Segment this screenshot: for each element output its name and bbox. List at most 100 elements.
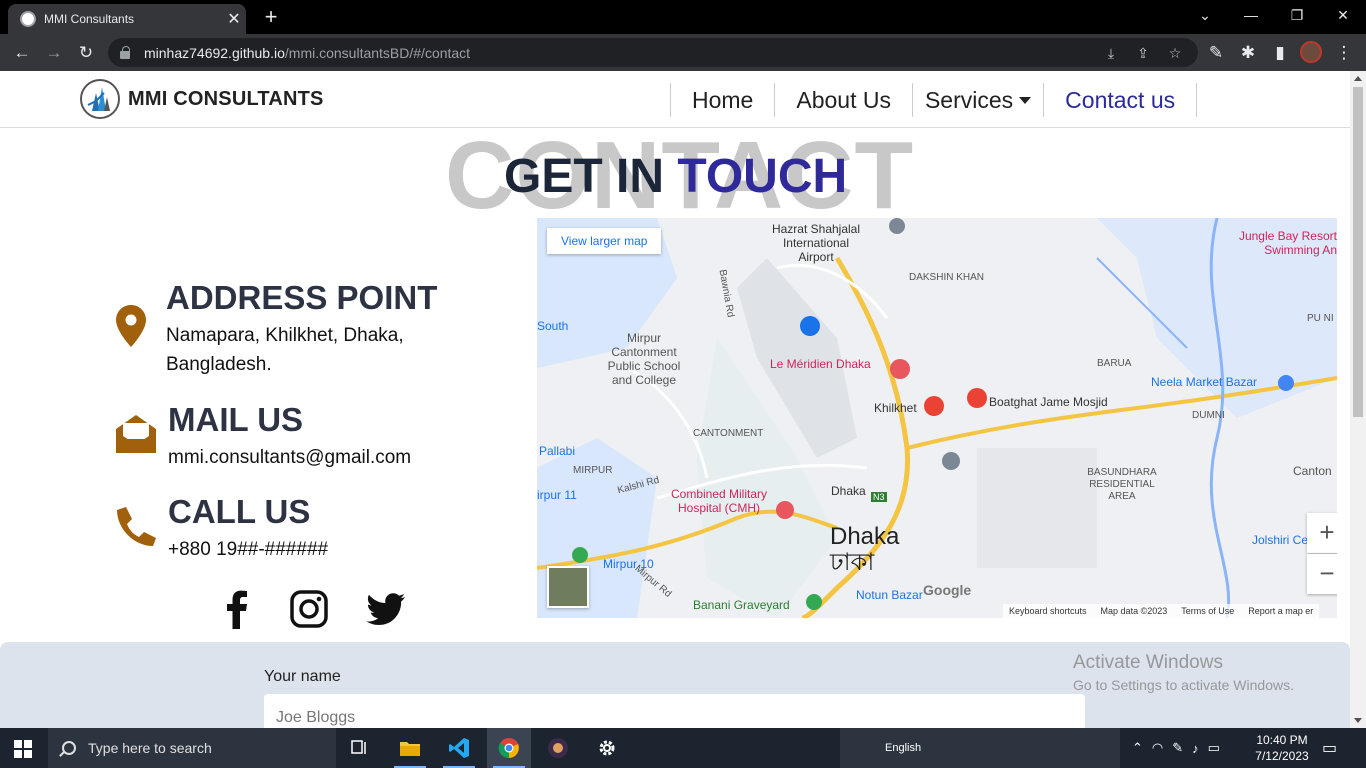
site-navbar: MMI CONSULTANTS Home About Us Services C… [0,71,1350,128]
open-envelope-icon [116,415,156,453]
install-app-icon[interactable]: ⤓ [1101,43,1121,63]
vscode-icon[interactable] [437,728,481,768]
map-label-n3-road: N3 [871,492,887,502]
keyboard-shortcuts-link[interactable]: Keyboard shortcuts [1009,606,1087,616]
map-label-boatghat[interactable]: Boatghat Jame Mosjid [989,395,1108,409]
notification-icon[interactable]: ▭ [1322,728,1346,768]
show-hidden-icons-icon[interactable]: ⌃ [1132,740,1143,756]
instagram-icon[interactable] [289,589,329,629]
call-title: CALL US [168,493,311,530]
file-explorer-icon[interactable] [388,728,432,768]
satellite-toggle[interactable] [547,566,589,608]
nav-about-us[interactable]: About Us [774,83,912,117]
battery-icon[interactable]: ▭ [1208,740,1220,756]
caret-down-icon [1019,96,1032,104]
map-label-dumni: DUMNI [1192,410,1225,421]
restore-button[interactable]: ❐ [1274,0,1320,34]
reload-icon[interactable]: ↻ [72,39,100,67]
wifi-icon[interactable]: ◠ [1152,740,1163,756]
taskbar-clock[interactable]: 10:40 PM 7/12/2023 [1250,732,1314,764]
map-label-jungle-bay[interactable]: Jungle Bay Resort Swimming An [1205,229,1337,257]
facebook-icon[interactable] [218,589,258,629]
scroll-down-arrow-icon[interactable] [1354,718,1362,723]
chrome-icon[interactable] [487,728,531,768]
url-host: minhaz74692.github.io [144,44,285,61]
map-label-khilkhet[interactable]: Khilkhet [874,401,917,415]
company-logo[interactable] [80,79,120,119]
new-tab-button[interactable]: + [258,4,284,30]
address-title: ADDRESS POINT [166,279,438,316]
side-panel-icon[interactable]: ▮ [1266,39,1294,67]
map-label-dakshin-khan: DAKSHIN KHAN [909,272,985,283]
name-input[interactable] [264,694,1085,728]
minimize-button[interactable]: — [1228,0,1274,34]
map-label-canton[interactable]: Canton [1293,464,1332,478]
map-label-dhaka-small[interactable]: Dhaka [831,484,866,498]
settings-gear-icon[interactable] [585,728,629,768]
windows-taskbar: Type here to search English ⌃ ◠ ✎ ♪ ▭ 10… [0,728,1366,768]
taskbar-search[interactable]: Type here to search [48,728,336,768]
map-label-banani-graveyard[interactable]: Banani Graveyard [693,598,790,612]
task-view-icon[interactable] [338,728,382,768]
web-page: MMI CONSULTANTS Home About Us Services C… [0,71,1350,728]
map-city-dhaka[interactable]: Dhaka ঢাকা [830,524,899,576]
browser-menu-icon[interactable]: ⋮ [1330,39,1358,67]
map-label-pu-ni: PU NI [1307,313,1334,324]
nav-services[interactable]: Services [911,83,1043,117]
scroll-thumb[interactable] [1353,87,1363,417]
brand-name[interactable]: MMI CONSULTANTS [128,88,324,111]
close-tab-icon[interactable]: ✕ [222,9,246,29]
twitter-icon[interactable] [366,589,406,629]
heading-accent: TOUCH [677,150,848,203]
share-icon[interactable]: ⇪ [1133,43,1153,63]
site-favicon-icon [20,11,36,27]
zoom-out-button[interactable]: − [1307,554,1337,594]
forward-arrow-icon[interactable]: → [40,39,68,67]
microphone-icon[interactable]: ✎ [1172,740,1183,756]
tab-search-chevron-icon[interactable]: ⌄ [1182,0,1228,34]
map-label-pallabi[interactable]: Pallabi [539,444,575,458]
map-label-neela-market[interactable]: Neela Market Bazar [1151,375,1257,389]
page-scrollbar[interactable] [1350,71,1366,728]
mail-address[interactable]: mmi.consultants@gmail.com [168,443,411,472]
view-larger-map-link[interactable]: View larger map [547,228,662,254]
game-app-icon[interactable] [536,728,580,768]
browser-tab[interactable]: MMI Consultants ✕ [8,4,246,34]
windows-start-icon[interactable] [14,740,32,758]
map-label-jolshiri[interactable]: Jolshiri Cer [1252,533,1312,547]
nav-services-label: Services [924,87,1014,113]
scroll-up-arrow-icon[interactable] [1354,76,1362,81]
extensions-puzzle-icon[interactable]: ✱ [1234,39,1262,67]
pen-extension-icon[interactable]: ✎ [1202,39,1230,67]
language-indicator[interactable]: English [885,742,921,754]
volume-icon[interactable]: ♪ [1192,741,1199,756]
map-label-mirpur-11[interactable]: irpur 11 [537,488,577,502]
map-label-cmh[interactable]: Combined Military Hospital (CMH) [659,487,779,515]
zoom-in-button[interactable]: + [1307,513,1337,553]
search-icon [62,741,76,755]
bookmark-star-icon[interactable]: ☆ [1165,43,1185,63]
mail-title: MAIL US [168,401,304,438]
map-label-le-meridien[interactable]: Le Méridien Dhaka [770,357,871,371]
back-arrow-icon[interactable]: ← [8,39,36,67]
map-label-mirpur-school[interactable]: Mirpur Cantonment Public School and Coll… [599,331,689,387]
map-data-text: Map data ©2023 [1100,606,1168,616]
map-label-basundhara: BASUNDHARA RESIDENTIAL AREA [1087,467,1157,502]
activate-windows-subtitle: Go to Settings to activate Windows. [1073,677,1294,693]
phone-number[interactable]: +880 19##-###### [168,535,328,564]
map-label-notun-bazar[interactable]: Notun Bazar [856,588,923,602]
address-bar[interactable]: minhaz74692.github.io/mmi.consultantsBD/… [108,38,1198,67]
logo-building-icon [87,87,110,111]
activate-windows-watermark: Activate Windows Go to Settings to activ… [1073,652,1294,693]
profile-avatar[interactable] [1300,41,1322,63]
nav-home[interactable]: Home [670,83,774,117]
nav-contact-us[interactable]: Contact us [1043,83,1198,117]
google-map[interactable]: View larger map Hazrat Shahjalal Interna… [537,218,1337,618]
map-label-airport[interactable]: Hazrat Shahjalal International Airport [771,222,861,264]
close-window-button[interactable]: ✕ [1320,0,1366,34]
terms-of-use-link[interactable]: Terms of Use [1181,606,1234,616]
lock-icon[interactable] [120,45,130,59]
tray-toolbar: English [840,728,1120,768]
report-map-error-link[interactable]: Report a map er [1248,606,1313,616]
map-label-south[interactable]: South [537,319,568,333]
